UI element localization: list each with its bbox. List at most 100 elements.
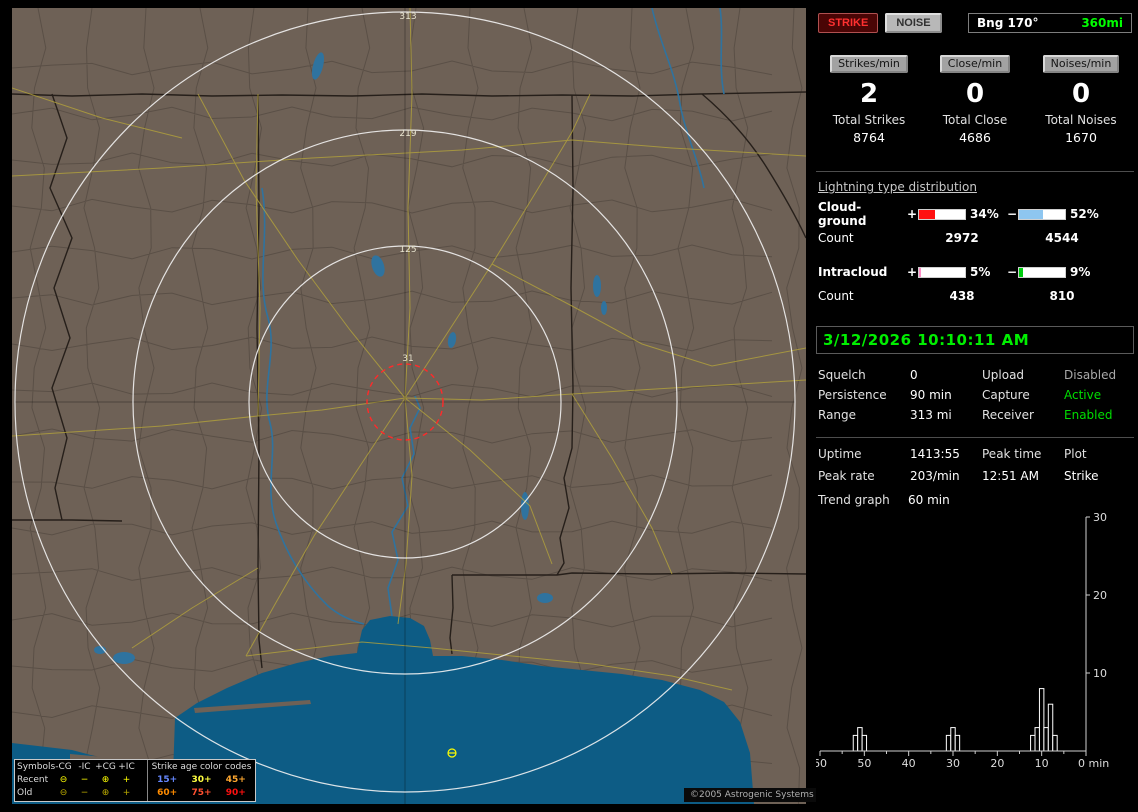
minus-sign: − [1006, 207, 1018, 221]
noises-per-min-value: 0 [1071, 79, 1091, 109]
rate-stats: Strikes/min 2 Total Strikes 8764 Close/m… [816, 55, 1134, 145]
peak-time-label: Peak time [982, 447, 1042, 461]
noises-per-min-button[interactable]: Noises/min [1042, 55, 1120, 73]
ic-minus-pct: 9% [1070, 265, 1091, 279]
plus-sign: + [906, 265, 918, 279]
datetime-readout: 3/12/2026 10:10:11 AM [816, 326, 1134, 354]
svg-text:10: 10 [1093, 667, 1107, 680]
receiver-value: Enabled [1064, 408, 1113, 422]
receiver-status: Squelch 0 Upload Disabled Persistence 90… [818, 367, 1134, 423]
trend-window-value: 60 min [908, 493, 950, 507]
legend-col-pos-cg: +CG [95, 762, 116, 772]
uptime-label: Uptime [818, 447, 862, 461]
squelch-value: 0 [910, 368, 918, 382]
close-per-min-button[interactable]: Close/min [939, 55, 1011, 73]
total-noises-label: Total Noises [1045, 113, 1117, 127]
svg-text:30: 30 [1093, 511, 1107, 524]
pos-cg-icon: ⊕ [101, 775, 110, 785]
control-panel: STRIKE NOISE Bng 170° 360mi Strikes/min … [816, 0, 1134, 812]
mode-toolbar: STRIKE NOISE Bng 170° 360mi [818, 13, 1132, 33]
strikes-per-min-button[interactable]: Strikes/min [830, 55, 908, 73]
lightning-map[interactable]: 313 219 125 31 Symbols -CG -IC +CG +IC R… [12, 8, 820, 804]
close-column: Close/min 0 Total Close 4686 [922, 55, 1028, 145]
ic-minus-bar [1018, 266, 1066, 278]
age-code-45: 45+ [225, 775, 246, 785]
range-value: 360mi [1081, 16, 1123, 30]
svg-text:20: 20 [990, 757, 1004, 770]
cg-plus-bar [918, 208, 966, 220]
pos-cg-icon: ⊕ [101, 788, 110, 798]
upload-value: Disabled [1064, 368, 1117, 382]
minus-sign: − [1006, 265, 1018, 279]
legend-col-pos-ic: +IC [118, 762, 135, 772]
noise-mode-button[interactable]: NOISE [885, 13, 942, 33]
range-setting-label: Range [818, 408, 857, 422]
total-strikes-label: Total Strikes [832, 113, 906, 127]
cloud-ground-count-row: Count 2972 4544 [816, 228, 1134, 248]
legend-recent-symbols: ⊖ − ⊕ + [53, 774, 137, 787]
close-per-min-value: 0 [965, 79, 985, 109]
cloud-ground-label: Cloud-ground [818, 200, 867, 228]
ic-minus-count: 810 [1049, 289, 1075, 303]
legend-recent-label: Recent [17, 775, 49, 785]
cg-plus-count: 2972 [945, 231, 979, 245]
svg-text:10: 10 [1035, 757, 1049, 770]
pos-ic-icon: + [122, 788, 131, 798]
receiver-label: Receiver [982, 408, 1034, 422]
svg-text:40: 40 [902, 757, 916, 770]
cg-minus-bar [1018, 208, 1066, 220]
range-setting-value: 313 mi [910, 408, 952, 422]
total-strikes-value: 8764 [853, 130, 885, 145]
age-code-75: 75+ [191, 788, 212, 798]
legend-age-header: Strike age color codes [151, 762, 252, 772]
total-close-label: Total Close [942, 113, 1008, 127]
uptime-value: 1413:55 [910, 447, 960, 461]
plus-sign: + [906, 207, 918, 221]
svg-text:0 min: 0 min [1078, 757, 1109, 770]
ring-label-219: 219 [399, 129, 416, 139]
persistence-label: Persistence [818, 388, 887, 402]
cloud-ground-row: Cloud-ground + 34% − 52% [816, 200, 1134, 228]
neg-cg-icon: ⊖ [59, 788, 68, 798]
total-close-value: 4686 [959, 130, 991, 145]
legend-symbols-header: Symbols [17, 762, 56, 772]
count-label: Count [818, 289, 854, 303]
noises-column: Noises/min 0 Total Noises 1670 [1028, 55, 1134, 145]
intracloud-row: Intracloud + 5% − 9% [816, 262, 1134, 282]
neg-ic-icon: − [80, 775, 89, 785]
divider [816, 437, 1134, 438]
svg-text:20: 20 [1093, 589, 1107, 602]
map-canvas: 313 219 125 31 [12, 8, 806, 804]
map-legend: Symbols -CG -IC +CG +IC Recent ⊖ − ⊕ + O… [14, 759, 256, 802]
persistence-value: 90 min [910, 388, 952, 402]
intracloud-label: Intracloud [818, 265, 888, 279]
copyright-notice: ©2005 Astrogenic Systems [684, 788, 820, 802]
svg-text:50: 50 [857, 757, 871, 770]
squelch-label: Squelch [818, 368, 866, 382]
ic-plus-pct: 5% [970, 265, 991, 279]
ring-label-31: 31 [402, 354, 413, 364]
session-info: Uptime 1413:55 Peak time Plot Peak rate … [818, 446, 1134, 484]
total-noises-value: 1670 [1065, 130, 1097, 145]
plot-value: Strike [1064, 469, 1099, 483]
neg-cg-icon: ⊖ [59, 775, 68, 785]
divider [816, 171, 1134, 172]
legend-old-label: Old [17, 788, 33, 798]
intracloud-count-row: Count 438 810 [816, 286, 1134, 306]
strike-mode-button[interactable]: STRIKE [818, 13, 879, 33]
pos-ic-icon: + [122, 775, 131, 785]
distribution-title: Lightning type distribution [818, 180, 977, 194]
ic-plus-count: 438 [949, 289, 975, 303]
capture-label: Capture [982, 388, 1030, 402]
legend-col-neg-ic: -IC [78, 762, 91, 772]
svg-text:30: 30 [946, 757, 960, 770]
strikes-column: Strikes/min 2 Total Strikes 8764 [816, 55, 922, 145]
ic-plus-bar [918, 266, 966, 278]
peak-time-value: 12:51 AM [982, 469, 1039, 483]
peak-rate-label: Peak rate [818, 469, 875, 483]
trend-graph: 60 50 40 30 20 10 0 min 10 20 30 [816, 511, 1109, 770]
trend-graph-header: Trend graph 60 min [818, 493, 1134, 507]
bearing-value: Bng 170° [977, 16, 1039, 30]
strikes-per-min-value: 2 [859, 79, 879, 109]
cg-plus-pct: 34% [970, 207, 999, 221]
